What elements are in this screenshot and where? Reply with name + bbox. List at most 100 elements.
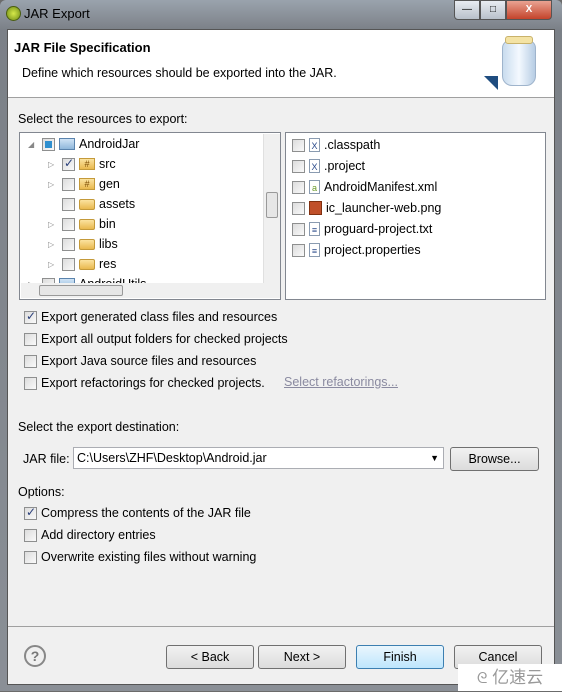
file-list[interactable]: X .classpath X .project a AndroidManifes… [285, 132, 546, 300]
export-option-checkbox[interactable]: Export Java source files and resources [24, 351, 256, 371]
expand-arrow-icon[interactable]: ▷ [48, 260, 58, 269]
file-item-label: project.properties [324, 243, 421, 257]
select-refactorings-link[interactable]: Select refactorings... [284, 375, 398, 389]
tree-item-checkbox[interactable] [42, 137, 55, 151]
tree-item[interactable]: assets [48, 194, 135, 214]
chevron-down-icon[interactable]: ▼ [430, 448, 439, 468]
android-manifest-icon: a [309, 180, 320, 194]
checkbox[interactable] [24, 376, 37, 390]
file-item[interactable]: ic_launcher-web.png [292, 198, 441, 218]
tree-vertical-scrollbar[interactable] [263, 134, 280, 284]
checkbox[interactable] [24, 505, 37, 520]
tree-item-label: AndroidJar [79, 137, 140, 151]
tree-item-label: libs [99, 237, 118, 251]
collapse-arrow-icon[interactable]: ◢ [28, 140, 38, 149]
file-item-label: .classpath [324, 138, 381, 152]
checkbox[interactable] [24, 354, 37, 368]
finish-button[interactable]: Finish [356, 645, 444, 669]
xml-file-icon: X [309, 138, 320, 152]
text-file-icon: ≡ [309, 222, 320, 236]
file-item[interactable]: X .classpath [292, 135, 380, 155]
close-button[interactable]: X [506, 0, 552, 20]
file-item[interactable]: ≡ project.properties [292, 240, 421, 260]
file-item[interactable]: a AndroidManifest.xml [292, 177, 437, 197]
expand-arrow-icon[interactable]: ▷ [48, 180, 58, 189]
page-description: Define which resources should be exporte… [22, 66, 337, 80]
file-item-label: proguard-project.txt [324, 222, 433, 236]
option-checkbox[interactable]: Add directory entries [24, 525, 156, 545]
tree-horizontal-scrollbar[interactable] [21, 283, 280, 298]
folder-icon [79, 218, 95, 230]
file-item[interactable]: ≡ proguard-project.txt [292, 219, 432, 239]
folder-icon [79, 198, 95, 210]
package-folder-icon: # [79, 158, 95, 170]
wizard-header: JAR File Specification Define which reso… [8, 30, 554, 98]
tree-item-checkbox[interactable] [62, 197, 75, 211]
tree-item-checkbox[interactable] [62, 217, 75, 231]
option-checkbox[interactable]: Compress the contents of the JAR file [24, 503, 251, 523]
file-item-checkbox[interactable] [292, 243, 305, 257]
expand-arrow-icon[interactable]: ▷ [48, 160, 58, 169]
page-title: JAR File Specification [14, 40, 151, 55]
jar-lid-icon [505, 36, 533, 44]
tree-item[interactable]: ▷ # gen [48, 174, 120, 194]
option-checkbox[interactable]: Overwrite existing files without warning [24, 547, 256, 567]
export-option-checkbox[interactable]: Export all output folders for checked pr… [24, 329, 288, 349]
resources-label: Select the resources to export: [18, 112, 188, 126]
expand-arrow-icon[interactable]: ▷ [48, 240, 58, 249]
text-file-icon: ≡ [309, 243, 320, 257]
options-label: Options: [18, 485, 65, 499]
checkbox[interactable] [24, 528, 37, 542]
help-icon[interactable]: ? [24, 645, 46, 667]
tree-item-label: assets [99, 197, 136, 211]
export-option-label: Export refactorings for checked projects… [41, 376, 265, 390]
destination-label: Select the export destination: [18, 420, 180, 434]
file-item-checkbox[interactable] [292, 201, 305, 215]
export-option-checkbox[interactable]: Export refactorings for checked projects… [24, 373, 265, 393]
package-folder-icon: # [79, 178, 95, 190]
back-button[interactable]: < Back [166, 645, 254, 669]
file-item-checkbox[interactable] [292, 159, 305, 173]
tree-item-checkbox[interactable] [62, 257, 75, 271]
file-item-label: .project [324, 159, 365, 173]
resource-tree[interactable]: ◢ AndroidJar ▷ #src ▷ #gen assets ▷ bin … [19, 132, 281, 300]
separator [8, 626, 554, 627]
file-item-checkbox[interactable] [292, 138, 305, 152]
folder-icon [79, 238, 95, 250]
export-option-label: Export generated class files and resourc… [41, 310, 278, 324]
checkbox[interactable] [24, 550, 37, 564]
maximize-button[interactable]: □ [480, 0, 506, 20]
tree-item[interactable]: ▷ libs [48, 234, 118, 254]
tree-item-checkbox[interactable] [62, 156, 75, 171]
export-option-checkbox[interactable]: Export generated class files and resourc… [24, 307, 277, 327]
tree-item[interactable]: ▷ # src [48, 154, 116, 174]
browse-button[interactable]: Browse... [450, 447, 539, 471]
option-label: Overwrite existing files without warning [41, 550, 257, 564]
tree-item[interactable]: ▷ res [48, 254, 116, 274]
project-icon [59, 138, 75, 150]
export-option-label: Export all output folders for checked pr… [41, 332, 288, 346]
tree-item-checkbox[interactable] [62, 237, 75, 251]
wizard-corner-icon [484, 76, 498, 90]
tree-item-label: res [99, 257, 117, 271]
tree-item-label: src [99, 157, 116, 171]
file-item-checkbox[interactable] [292, 180, 305, 194]
eclipse-app-icon [6, 6, 21, 21]
next-button[interactable]: Next > [258, 645, 346, 669]
checkbox[interactable] [24, 332, 37, 346]
tree-item[interactable]: ◢ AndroidJar [28, 134, 139, 154]
watermark-logo: ᘓ 亿速云 [458, 664, 562, 691]
minimize-button[interactable]: — [454, 0, 480, 20]
tree-item-checkbox[interactable] [62, 177, 75, 191]
jar-file-combo[interactable]: C:\Users\ZHF\Desktop\Android.jar ▼ [73, 447, 444, 469]
expand-arrow-icon[interactable]: ▷ [48, 220, 58, 229]
file-item-checkbox[interactable] [292, 222, 305, 236]
tree-item-label: gen [99, 177, 120, 191]
file-item-label: AndroidManifest.xml [324, 180, 438, 194]
image-file-icon [309, 201, 322, 215]
tree-item[interactable]: ▷ bin [48, 214, 116, 234]
checkbox[interactable] [24, 309, 37, 324]
file-item-label: ic_launcher-web.png [326, 201, 442, 215]
window-title: JAR Export [24, 6, 90, 21]
file-item[interactable]: X .project [292, 156, 365, 176]
